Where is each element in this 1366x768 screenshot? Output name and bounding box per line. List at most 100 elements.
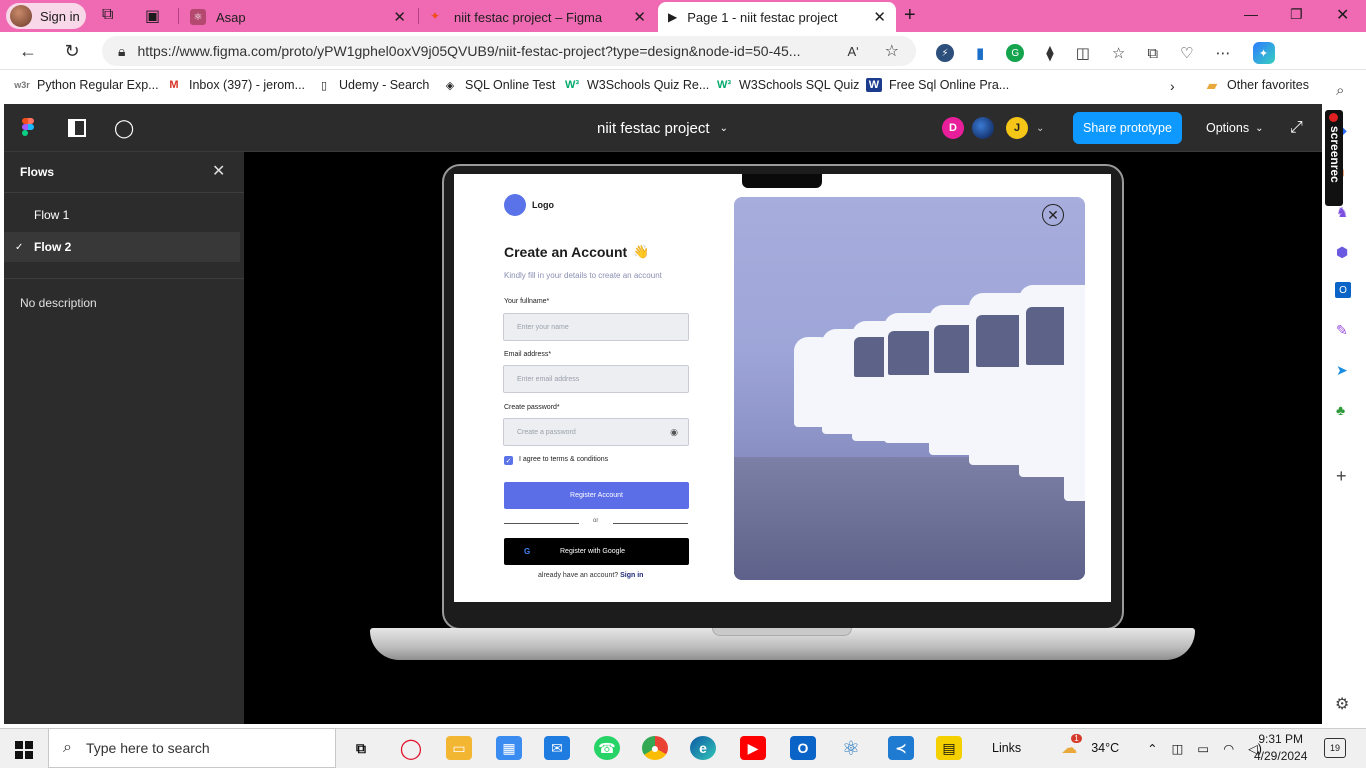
close-panel-icon[interactable]: ✕ [212,161,225,181]
file-explorer-icon[interactable]: ▭ [446,736,472,760]
search-icon[interactable]: ⌕ [1336,82,1344,99]
designer-icon[interactable]: ✎ [1336,322,1348,339]
bookmark-item[interactable]: ◈ SQL Online Test [442,78,556,92]
other-favorites[interactable]: ▰ Other favorites [1204,77,1309,93]
whatsapp-icon[interactable]: ☎ [594,736,620,760]
bookmark-item[interactable]: W³ W3Schools Quiz Re... [564,78,709,92]
options-menu[interactable]: Options ⌄ [1206,121,1263,135]
edge-icon[interactable]: e [690,736,716,760]
extensions-icon[interactable]: ⧫ [1046,44,1053,62]
react-app-icon[interactable]: ⚛ [838,736,864,760]
avatar-j[interactable]: J [1006,117,1028,139]
outlook-icon[interactable]: O [1335,282,1351,298]
collections-icon[interactable]: ⧉ [1147,45,1158,62]
bookmark-item[interactable]: w3r Python Regular Exp... [14,78,158,92]
avatar-d[interactable]: D [942,117,964,139]
fullscreen-icon[interactable]: ⤢ [1290,119,1303,137]
battery-icon[interactable]: ▭ [1197,741,1209,756]
workspaces-icon[interactable]: ⧉ [102,6,113,24]
comment-icon[interactable]: ◯ [114,118,134,139]
games-icon[interactable]: ♞ [1336,204,1349,221]
close-tab-icon[interactable]: ✕ [873,8,886,26]
extension-icon[interactable]: ⚡ [936,44,954,62]
figma-icon: ✦ [430,9,441,23]
settings-gear-icon[interactable]: ⚙ [1335,694,1349,714]
back-icon[interactable]: ← [14,37,42,65]
screenrec-widget[interactable]: screenrec [1325,110,1343,206]
favorite-star-icon[interactable]: ☆ [885,41,899,61]
tab-title: niit festac project – Figma [454,9,603,25]
tab-prototype[interactable]: ▶ Page 1 - niit festac project ✕ [658,2,896,32]
email-input[interactable]: Enter email address [503,365,689,393]
tree-icon[interactable]: ♣ [1336,402,1345,418]
split-screen-icon[interactable]: ◫ [1076,44,1090,62]
opera-icon[interactable]: ◯ [398,736,424,760]
weather-icon[interactable]: ☁ 1 [1061,734,1082,758]
url-input[interactable]: 🔒︎ https://www.figma.com/proto/yPW1gphel… [102,36,916,66]
wifi-icon[interactable]: ◠ [1223,741,1234,756]
task-view-icon[interactable]: ⧉ [348,736,374,760]
youtube-icon[interactable]: ▶ [740,736,766,760]
chevron-up-icon[interactable]: ⌃ [1147,741,1157,756]
store-icon[interactable]: ▦ [496,736,522,760]
sticky-notes-icon[interactable]: ▤ [936,736,962,760]
avatar-photo[interactable] [972,117,994,139]
close-window-icon[interactable]: ✕ [1336,5,1349,25]
new-tab-icon[interactable]: + [904,4,916,27]
bookmark-item[interactable]: W Free Sql Online Pra... [866,78,1009,92]
divider-left [504,523,579,524]
bookmark-item[interactable]: ▯ Udemy - Search [316,78,429,92]
performance-icon[interactable]: ♡ [1180,44,1193,62]
share-prototype-button[interactable]: Share prototype [1073,112,1182,144]
chevron-down-icon: ⌄ [719,123,728,134]
profile-avatar [10,5,32,27]
mail-icon[interactable]: ✉ [544,736,570,760]
close-tab-icon[interactable]: ✕ [633,8,646,26]
notification-center[interactable]: 19 [1324,738,1346,758]
sign-in-link[interactable]: Sign in [620,572,643,579]
favorites-icon[interactable]: ☆ [1112,44,1125,62]
bookmark-item[interactable]: M Inbox (397) - jerom... [166,78,305,92]
bookmark-item[interactable]: W³ W3Schools SQL Quiz [716,78,859,92]
windows-start-icon[interactable] [15,741,33,759]
terms-checkbox[interactable]: ✓ [504,456,513,465]
grammarly-icon[interactable]: G [1006,44,1025,62]
password-input[interactable]: Create a password ◉ [503,418,689,446]
profile-button[interactable]: Sign in [6,3,86,29]
register-google-button[interactable]: G Register with Google [504,538,689,565]
close-icon[interactable]: ✕ [1042,204,1064,226]
clock[interactable]: 9:31 PM 4/29/2024 [1254,731,1307,765]
chevron-down-icon[interactable]: ⌄ [1036,123,1044,134]
send-icon[interactable]: ➤ [1336,362,1348,379]
refresh-icon[interactable]: ↻ [58,37,86,65]
project-title[interactable]: niit festac project ⌄ [597,120,728,137]
outlook-taskbar-icon[interactable]: O [790,736,816,760]
more-icon[interactable]: ⋯ [1216,44,1231,62]
links-toolbar[interactable]: Links [992,741,1021,755]
copilot-icon[interactable]: ✦ [1252,42,1275,64]
read-aloud-icon[interactable]: Aʹ [847,44,858,59]
chevron-right-icon[interactable]: › [1170,78,1175,94]
add-icon[interactable]: + [1336,466,1347,487]
flow-item-1[interactable]: Flow 1 [4,200,240,230]
bookmark-ext-icon[interactable]: ▮ [976,44,984,62]
eye-icon[interactable]: ◉ [670,427,678,438]
vscode-icon[interactable]: ≺ [888,736,914,760]
register-account-button[interactable]: Register Account [504,482,689,509]
camera-icon[interactable]: ◫ [1172,741,1184,756]
flow-item-2[interactable]: ✓ Flow 2 [4,232,240,262]
tab-figma[interactable]: ✦ niit festac project – Figma ✕ [420,2,656,32]
sidebar-toggle-icon[interactable] [68,119,86,137]
taskbar-search[interactable]: ⌕ Type here to search [48,728,336,768]
tab-asap[interactable]: ⚛ Asap ✕ [180,2,416,32]
fullname-input[interactable]: Enter your name [503,313,689,341]
screenrec-label: screenrec [1328,126,1342,183]
minimize-icon[interactable]: — [1244,6,1258,22]
chrome-icon[interactable]: ● [642,736,668,760]
figma-logo-icon[interactable] [22,118,34,136]
restore-icon[interactable]: ❐ [1290,6,1303,23]
copilot-app-icon[interactable]: ⬢ [1336,244,1348,261]
tab-actions-icon[interactable]: ▣ [145,6,160,26]
close-tab-icon[interactable]: ✕ [393,8,406,26]
temperature[interactable]: 34°C [1091,741,1119,755]
